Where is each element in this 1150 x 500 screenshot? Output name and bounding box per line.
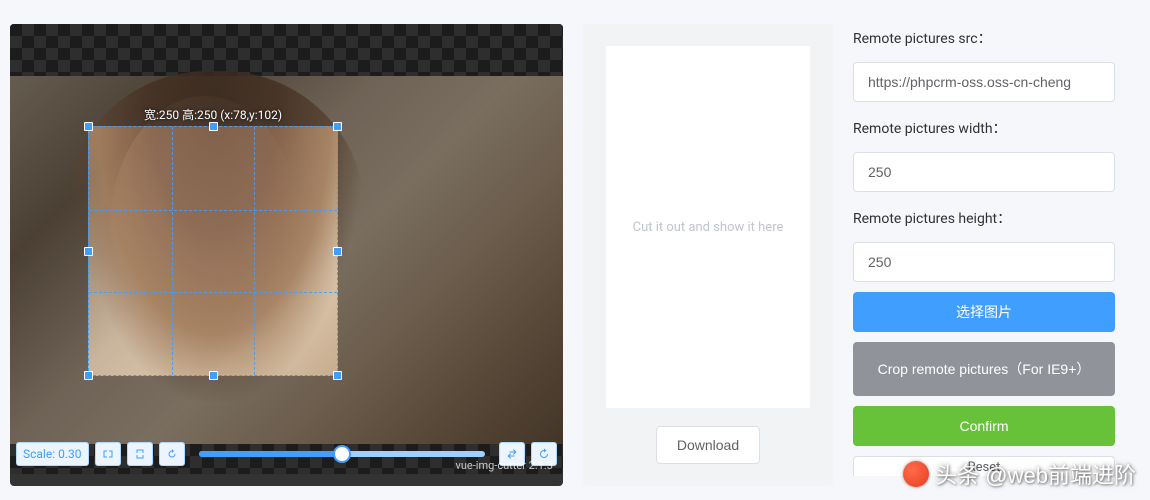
crop-dimensions-label: 宽:250 高:250 (x:78,y:102)	[88, 106, 338, 123]
slider-fill	[199, 451, 342, 457]
resize-handle-top-right[interactable]	[333, 122, 342, 131]
rotate-ccw-icon	[166, 448, 178, 460]
image-cutter-panel: 宽:250 高:250 (x:78,y:102) Scale: 0.30	[10, 24, 563, 486]
cutter-canvas[interactable]: 宽:250 高:250 (x:78,y:102) Scale: 0.30	[10, 24, 563, 474]
resize-handle-bottom-left[interactable]	[84, 371, 93, 380]
resize-handle-top-mid[interactable]	[209, 122, 218, 131]
preview-panel: Cut it out and show it here Download	[583, 24, 833, 486]
src-label: Remote pictures src：	[853, 28, 1115, 48]
flip-vertical-button[interactable]	[127, 442, 153, 466]
zoom-slider[interactable]	[191, 451, 494, 457]
resize-handle-mid-left[interactable]	[84, 247, 93, 256]
choose-image-button[interactable]: 选择图片	[853, 292, 1115, 332]
crop-remote-button[interactable]: Crop remote pictures（For IE9+）	[853, 342, 1115, 396]
preview-placeholder-text: Cut it out and show it here	[633, 220, 784, 235]
flip-horizontal-icon	[102, 448, 114, 460]
grid-line	[89, 210, 337, 211]
height-label: Remote pictures height：	[853, 208, 1115, 228]
rotate-button[interactable]	[159, 442, 185, 466]
grid-line	[172, 127, 173, 375]
flip-vertical-icon	[134, 448, 146, 460]
resize-handle-top-left[interactable]	[84, 122, 93, 131]
scale-button[interactable]: Scale: 0.30	[16, 442, 89, 466]
preview-box: Cut it out and show it here	[606, 46, 810, 408]
height-input[interactable]	[853, 242, 1115, 282]
confirm-button[interactable]: Confirm	[853, 406, 1115, 446]
download-button[interactable]: Download	[656, 426, 760, 464]
settings-form: Remote pictures src： Remote pictures wid…	[853, 28, 1115, 486]
flip-horizontal-button[interactable]	[95, 442, 121, 466]
resize-handle-bottom-right[interactable]	[333, 371, 342, 380]
version-label: vue-img-cutter 2.1.3	[456, 459, 553, 472]
grid-line	[254, 127, 255, 375]
slider-thumb[interactable]	[333, 445, 351, 463]
resize-handle-mid-right[interactable]	[333, 247, 342, 256]
grid-line	[89, 292, 337, 293]
width-label: Remote pictures width：	[853, 118, 1115, 138]
resize-handle-bottom-mid[interactable]	[209, 371, 218, 380]
src-input[interactable]	[853, 62, 1115, 102]
reset-button[interactable]: Reset	[853, 456, 1115, 476]
width-input[interactable]	[853, 152, 1115, 192]
crop-selection-box[interactable]	[88, 126, 338, 376]
